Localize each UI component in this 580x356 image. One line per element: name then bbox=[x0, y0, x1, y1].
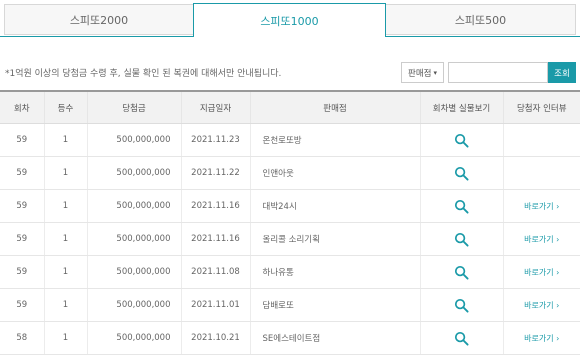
filter-select[interactable]: 판매점 ▾ bbox=[401, 62, 444, 83]
cell-prize: 500,000,000 bbox=[86, 156, 181, 190]
tab-label: 스피또1000 bbox=[260, 14, 319, 28]
magnifier-icon[interactable] bbox=[454, 133, 469, 148]
cell-view-ticket bbox=[419, 321, 503, 355]
header-rank: 등수 bbox=[43, 90, 87, 124]
cell-view-ticket bbox=[419, 255, 503, 289]
tab-speetto500[interactable]: 스피또500 bbox=[385, 4, 576, 35]
cell-round: 59 bbox=[0, 156, 44, 190]
filter-label: 판매점 bbox=[408, 68, 432, 79]
cell-store: 대박24시 bbox=[249, 189, 420, 223]
cell-date: 2021.11.08 bbox=[180, 255, 250, 289]
cell-round: 59 bbox=[0, 255, 44, 289]
game-tabs: 스피또2000 스피또500 스피또1000 bbox=[0, 0, 580, 37]
tab-label: 스피또500 bbox=[454, 13, 507, 27]
cell-interview: 바로가기 › bbox=[502, 189, 580, 223]
cell-rank: 1 bbox=[43, 255, 87, 289]
cell-round: 59 bbox=[0, 222, 44, 256]
cell-rank: 1 bbox=[43, 321, 87, 355]
cell-store: 온천로또방 bbox=[249, 123, 420, 157]
table-row: 59 1 500,000,000 2021.11.16 대박24시 바로가기 › bbox=[0, 189, 580, 223]
interview-link[interactable]: 바로가기 › bbox=[524, 301, 559, 310]
cell-rank: 1 bbox=[43, 222, 87, 256]
interview-link[interactable]: 바로가기 › bbox=[524, 235, 559, 244]
cell-date: 2021.10.21 bbox=[180, 321, 250, 355]
table-row: 59 1 500,000,000 2021.11.22 인앤아웃 bbox=[0, 156, 580, 190]
cell-prize: 500,000,000 bbox=[86, 321, 181, 355]
cell-date: 2021.11.16 bbox=[180, 222, 250, 256]
cell-date: 2021.11.23 bbox=[180, 123, 250, 157]
cell-prize: 500,000,000 bbox=[86, 222, 181, 256]
magnifier-icon[interactable] bbox=[454, 199, 469, 214]
interview-link[interactable]: 바로가기 › bbox=[524, 268, 559, 277]
cell-store: 올리콜 소리기획 bbox=[249, 222, 420, 256]
cell-view-ticket bbox=[419, 222, 503, 256]
cell-date: 2021.11.16 bbox=[180, 189, 250, 223]
header-view-ticket: 회차별 실물보기 bbox=[419, 90, 503, 124]
cell-prize: 500,000,000 bbox=[86, 255, 181, 289]
interview-link[interactable]: 바로가기 › bbox=[524, 334, 559, 343]
cell-rank: 1 bbox=[43, 123, 87, 157]
cell-store: 인앤아웃 bbox=[249, 156, 420, 190]
cell-view-ticket bbox=[419, 123, 503, 157]
interview-link[interactable]: 바로가기 › bbox=[524, 202, 559, 211]
tab-speetto1000[interactable]: 스피또1000 bbox=[193, 3, 386, 37]
cell-interview bbox=[502, 123, 580, 157]
cell-rank: 1 bbox=[43, 156, 87, 190]
table-row: 59 1 500,000,000 2021.11.01 담배로또 바로가기 › bbox=[0, 288, 580, 322]
magnifier-icon[interactable] bbox=[454, 265, 469, 280]
cell-round: 59 bbox=[0, 123, 44, 157]
tab-divider bbox=[386, 36, 580, 37]
winners-table: 회차 등수 당첨금 지급일자 판매점 회차별 실물보기 당첨자 인터뷰 59 1 5… bbox=[0, 90, 580, 355]
cell-round: 59 bbox=[0, 189, 44, 223]
magnifier-icon[interactable] bbox=[454, 166, 469, 181]
cell-rank: 1 bbox=[43, 288, 87, 322]
magnifier-icon[interactable] bbox=[454, 298, 469, 313]
cell-interview: 바로가기 › bbox=[502, 255, 580, 289]
notice-text: *1억원 이상의 당첨금 수령 후, 실물 확인 된 복권에 대해서만 안내됩니… bbox=[5, 69, 282, 79]
cell-round: 58 bbox=[0, 321, 44, 355]
cell-store: 하나유통 bbox=[249, 255, 420, 289]
cell-prize: 500,000,000 bbox=[86, 189, 181, 223]
cell-store: SE에스테이트점 bbox=[249, 321, 420, 355]
cell-view-ticket bbox=[419, 156, 503, 190]
header-round: 회차 bbox=[0, 90, 44, 124]
header-date: 지급일자 bbox=[180, 90, 250, 124]
cell-prize: 500,000,000 bbox=[86, 123, 181, 157]
chevron-down-icon: ▾ bbox=[433, 68, 437, 77]
cell-view-ticket bbox=[419, 189, 503, 223]
cell-interview bbox=[502, 156, 580, 190]
cell-interview: 바로가기 › bbox=[502, 222, 580, 256]
table-row: 58 1 500,000,000 2021.10.21 SE에스테이트점 바로가기 › bbox=[0, 321, 580, 355]
tab-speetto2000[interactable]: 스피또2000 bbox=[4, 4, 194, 35]
cell-date: 2021.11.22 bbox=[180, 156, 250, 190]
header-interview: 당첨자 인터뷰 bbox=[502, 90, 580, 124]
cell-prize: 500,000,000 bbox=[86, 288, 181, 322]
magnifier-icon[interactable] bbox=[454, 331, 469, 346]
cell-interview: 바로가기 › bbox=[502, 321, 580, 355]
table-header: 회차 등수 당첨금 지급일자 판매점 회차별 실물보기 당첨자 인터뷰 bbox=[0, 90, 580, 124]
header-prize: 당첨금 bbox=[86, 90, 181, 124]
cell-rank: 1 bbox=[43, 189, 87, 223]
search-input[interactable] bbox=[448, 62, 548, 83]
table-row: 59 1 500,000,000 2021.11.23 온천로또방 bbox=[0, 123, 580, 157]
magnifier-icon[interactable] bbox=[454, 232, 469, 247]
cell-view-ticket bbox=[419, 288, 503, 322]
table-row: 59 1 500,000,000 2021.11.08 하나유통 바로가기 › bbox=[0, 255, 580, 289]
cell-date: 2021.11.01 bbox=[180, 288, 250, 322]
table-row: 59 1 500,000,000 2021.11.16 올리콜 소리기획 바로가기 › bbox=[0, 222, 580, 256]
cell-round: 59 bbox=[0, 288, 44, 322]
tab-divider bbox=[0, 36, 193, 37]
cell-interview: 바로가기 › bbox=[502, 288, 580, 322]
header-store: 판매점 bbox=[249, 90, 420, 124]
cell-store: 담배로또 bbox=[249, 288, 420, 322]
search-button[interactable]: 조회 bbox=[548, 62, 576, 83]
tab-label: 스피또2000 bbox=[69, 13, 129, 27]
